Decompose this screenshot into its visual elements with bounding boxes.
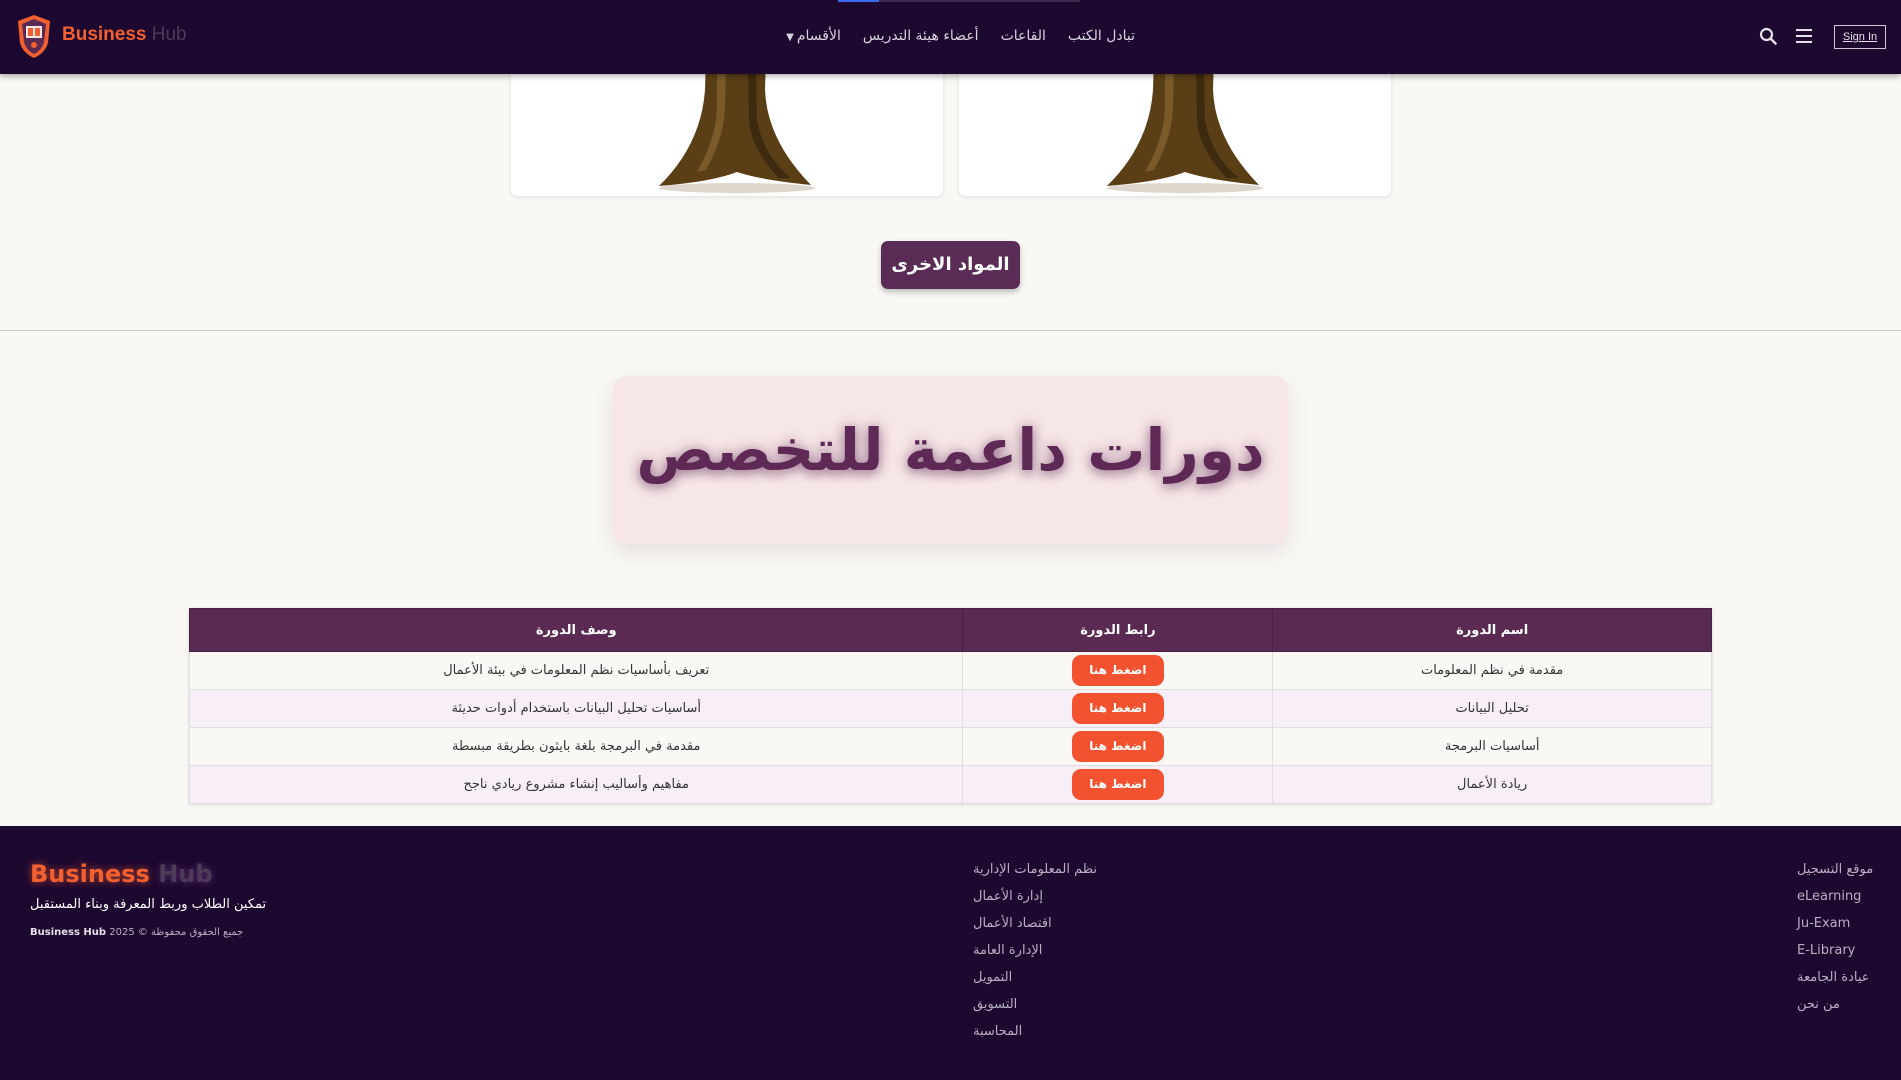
- nav-book-exchange[interactable]: تبادل الكتب: [1068, 28, 1135, 44]
- table-header-row: اسم الدورة رابط الدورة وصف الدورة: [188, 608, 1712, 652]
- section-divider: [0, 330, 1901, 331]
- footer-link-business-economics[interactable]: اقتصاد الأعمال: [973, 916, 1097, 935]
- footer-quick-links: موقع التسجيل eLearning Ju-Exam E-Library…: [1797, 862, 1873, 1016]
- table-row: أساسيات البرمجة اضغط هنا مقدمة في البرمج…: [188, 727, 1712, 766]
- footer-link-business-admin[interactable]: إدارة الأعمال: [973, 889, 1097, 908]
- header-course-description: وصف الدورة: [188, 608, 964, 652]
- business-hub-logo-icon[interactable]: [15, 13, 53, 60]
- footer-link-elearning[interactable]: eLearning: [1797, 889, 1873, 908]
- course-description: مقدمة في البرمجة بلغة بايثون بطريقة مبسط…: [188, 727, 964, 766]
- footer-link-registration[interactable]: موقع التسجيل: [1797, 862, 1873, 881]
- footer-brand-business: Business: [30, 860, 150, 888]
- copyright-brand: Business Hub: [30, 927, 107, 938]
- nav-departments-label: الأقسام: [796, 28, 841, 44]
- course-link-button[interactable]: اضغط هنا: [1071, 769, 1164, 800]
- section-title: دورات داعمة للتخصص: [636, 416, 1265, 484]
- course-link-button[interactable]: اضغط هنا: [1071, 693, 1164, 724]
- search-icon[interactable]: [1759, 27, 1777, 45]
- course-link-cell: اضغط هنا: [962, 651, 1274, 690]
- scroll-progress-fill: [838, 0, 880, 2]
- courses-table: اسم الدورة رابط الدورة وصف الدورة مقدمة …: [188, 608, 1712, 804]
- hamburger-menu-icon[interactable]: [1796, 29, 1812, 43]
- footer-departments-list: نظم المعلومات الإدارية إدارة الأعمال اقت…: [973, 862, 1097, 1043]
- brand-name[interactable]: Business Hub: [62, 24, 187, 46]
- footer-link-mis[interactable]: نظم المعلومات الإدارية: [973, 862, 1097, 881]
- footer-link-about-us[interactable]: من نحن: [1797, 997, 1873, 1016]
- course-name: تحليل البيانات: [1272, 689, 1712, 728]
- main-nav: تبادل الكتب القاعات أعضاء هيئة التدريس ا…: [786, 28, 1135, 44]
- course-link-button[interactable]: اضغط هنا: [1071, 655, 1164, 686]
- footer-brand-hub: Hub: [158, 860, 213, 888]
- footer-brand: Business Hub: [30, 860, 213, 888]
- brand-business: Business: [62, 24, 147, 45]
- course-link-cell: اضغط هنا: [962, 727, 1274, 766]
- footer-link-finance[interactable]: التمويل: [973, 970, 1097, 989]
- top-navbar: Business Hub تبادل الكتب القاعات أعضاء ه…: [0, 0, 1901, 74]
- footer-link-accounting[interactable]: المحاسبة: [973, 1024, 1097, 1043]
- table-row: ريادة الأعمال اضغط هنا مفاهيم وأساليب إن…: [188, 765, 1712, 804]
- course-name: أساسيات البرمجة: [1272, 727, 1712, 766]
- scroll-progress-bar: [838, 0, 1080, 2]
- sign-in-button[interactable]: Sign In: [1834, 25, 1886, 49]
- section-banner: دورات داعمة للتخصص: [613, 376, 1288, 544]
- table-row: تحليل البيانات اضغط هنا أساسيات تحليل ال…: [188, 689, 1712, 728]
- course-description: تعريف بأساسيات نظم المعلومات في بيئة الأ…: [188, 651, 964, 690]
- header-course-name: اسم الدورة: [1272, 608, 1712, 652]
- course-link-cell: اضغط هنا: [962, 689, 1274, 728]
- footer-link-public-admin[interactable]: الإدارة العامة: [973, 943, 1097, 962]
- caret-down-icon: ▼: [786, 32, 794, 43]
- footer-tagline: تمكين الطلاب وربط المعرفة وبناء المستقبل: [30, 897, 267, 912]
- course-name: مقدمة في نظم المعلومات: [1272, 651, 1712, 690]
- course-name: ريادة الأعمال: [1272, 765, 1712, 804]
- copyright-text: جميع الحقوق محفوظة © 2025: [109, 927, 244, 938]
- footer-copyright: جميع الحقوق محفوظة © 2025 Business Hub: [30, 927, 243, 938]
- course-link-cell: اضغط هنا: [962, 765, 1274, 804]
- footer-link-university-clinic[interactable]: عيادة الجامعة: [1797, 970, 1873, 989]
- course-link-button[interactable]: اضغط هنا: [1071, 731, 1164, 762]
- brand-hub: Hub: [151, 24, 187, 45]
- footer-link-marketing[interactable]: التسويق: [973, 997, 1097, 1016]
- table-row: مقدمة في نظم المعلومات اضغط هنا تعريف بأ…: [188, 651, 1712, 690]
- nav-faculty[interactable]: أعضاء هيئة التدريس: [863, 28, 979, 44]
- nav-departments-dropdown[interactable]: الأقسام▼: [786, 28, 841, 44]
- course-description: مفاهيم وأساليب إنشاء مشروع ريادي ناجح: [188, 765, 964, 804]
- other-materials-button[interactable]: المواد الاخرى: [881, 241, 1020, 289]
- footer-link-ju-exam[interactable]: Ju-Exam: [1797, 916, 1873, 935]
- course-description: أساسيات تحليل البيانات باستخدام أدوات حد…: [188, 689, 964, 728]
- footer: Business Hub تمكين الطلاب وربط المعرفة و…: [0, 826, 1901, 1080]
- nav-halls[interactable]: القاعات: [1001, 28, 1046, 44]
- header-course-link: رابط الدورة: [962, 608, 1274, 652]
- footer-link-e-library[interactable]: E-Library: [1797, 943, 1873, 962]
